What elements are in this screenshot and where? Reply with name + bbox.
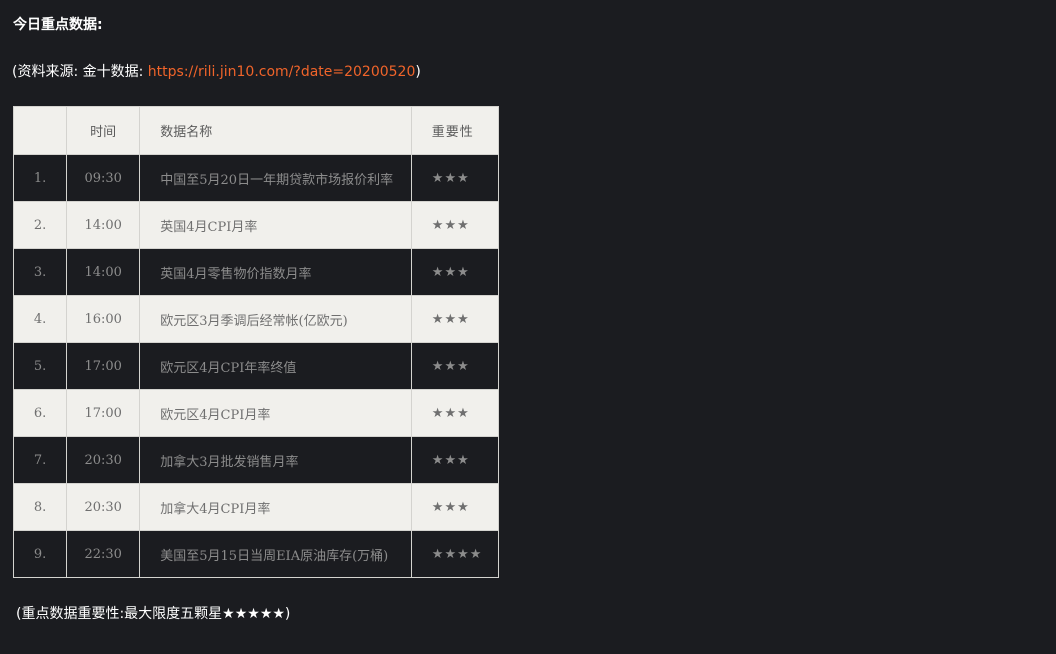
row-index: 3. (14, 249, 68, 296)
header-importance: 重要性 (411, 107, 499, 155)
row-index: 7. (14, 437, 68, 484)
header-index (14, 107, 68, 155)
data-table: 时间 数据名称 重要性 1. 09:30 中国至5月20日一年期贷款市场报价利率… (14, 107, 499, 578)
row-index: 5. (14, 343, 68, 390)
table-row: 9. 22:30 美国至5月15日当周EIA原油库存(万桶) ★★★★ (14, 531, 499, 578)
row-time: 20:30 (67, 437, 141, 484)
table-row: 5. 17:00 欧元区4月CPI年率终值 ★★★ (14, 343, 499, 390)
header-time: 时间 (67, 107, 141, 155)
row-index: 1. (14, 155, 68, 202)
row-stars: ★★★ (411, 343, 499, 390)
data-table-wrapper: 时间 数据名称 重要性 1. 09:30 中国至5月20日一年期贷款市场报价利率… (13, 106, 499, 578)
row-index: 4. (14, 296, 68, 343)
table-header-row: 时间 数据名称 重要性 (14, 107, 499, 155)
row-stars: ★★★ (411, 390, 499, 437)
section-title: 今日重点数据: (13, 17, 103, 33)
row-name: 中国至5月20日一年期贷款市场报价利率 (140, 155, 412, 202)
row-stars: ★★★ (411, 296, 499, 343)
source-prefix: (资料来源: 金十数据: (12, 64, 148, 80)
header-name: 数据名称 (140, 107, 412, 155)
table-row: 3. 14:00 英国4月零售物价指数月率 ★★★ (14, 249, 499, 296)
row-stars: ★★★ (411, 484, 499, 531)
source-link[interactable]: https://rili.jin10.com/?date=20200520 (148, 64, 416, 80)
row-name: 加拿大4月CPI月率 (140, 484, 412, 531)
row-time: 22:30 (67, 531, 141, 578)
row-time: 16:00 (67, 296, 141, 343)
row-index: 2. (14, 202, 68, 249)
row-name: 欧元区3月季调后经常帐(亿欧元) (140, 296, 412, 343)
row-stars: ★★★ (411, 202, 499, 249)
table-row: 7. 20:30 加拿大3月批发销售月率 ★★★ (14, 437, 499, 484)
row-index: 8. (14, 484, 68, 531)
row-index: 9. (14, 531, 68, 578)
table-row: 4. 16:00 欧元区3月季调后经常帐(亿欧元) ★★★ (14, 296, 499, 343)
row-stars: ★★★ (411, 437, 499, 484)
table-row: 1. 09:30 中国至5月20日一年期贷款市场报价利率 ★★★ (14, 155, 499, 202)
source-suffix: ) (415, 64, 421, 80)
importance-footnote: (重点数据重要性:最大限度五颗星★★★★★) (16, 606, 291, 622)
row-time: 17:00 (67, 343, 141, 390)
row-time: 14:00 (67, 249, 141, 296)
table-row: 6. 17:00 欧元区4月CPI月率 ★★★ (14, 390, 499, 437)
row-name: 美国至5月15日当周EIA原油库存(万桶) (140, 531, 412, 578)
table-row: 8. 20:30 加拿大4月CPI月率 ★★★ (14, 484, 499, 531)
row-stars: ★★★★ (411, 531, 499, 578)
row-name: 英国4月零售物价指数月率 (140, 249, 412, 296)
row-time: 09:30 (67, 155, 141, 202)
table-row: 2. 14:00 英国4月CPI月率 ★★★ (14, 202, 499, 249)
source-line: (资料来源: 金十数据: https://rili.jin10.com/?dat… (12, 62, 421, 82)
row-stars: ★★★ (411, 249, 499, 296)
row-name: 加拿大3月批发销售月率 (140, 437, 412, 484)
row-name: 英国4月CPI月率 (140, 202, 412, 249)
row-time: 14:00 (67, 202, 141, 249)
row-name: 欧元区4月CPI年率终值 (140, 343, 412, 390)
row-index: 6. (14, 390, 68, 437)
row-name: 欧元区4月CPI月率 (140, 390, 412, 437)
row-time: 17:00 (67, 390, 141, 437)
row-time: 20:30 (67, 484, 141, 531)
row-stars: ★★★ (411, 155, 499, 202)
